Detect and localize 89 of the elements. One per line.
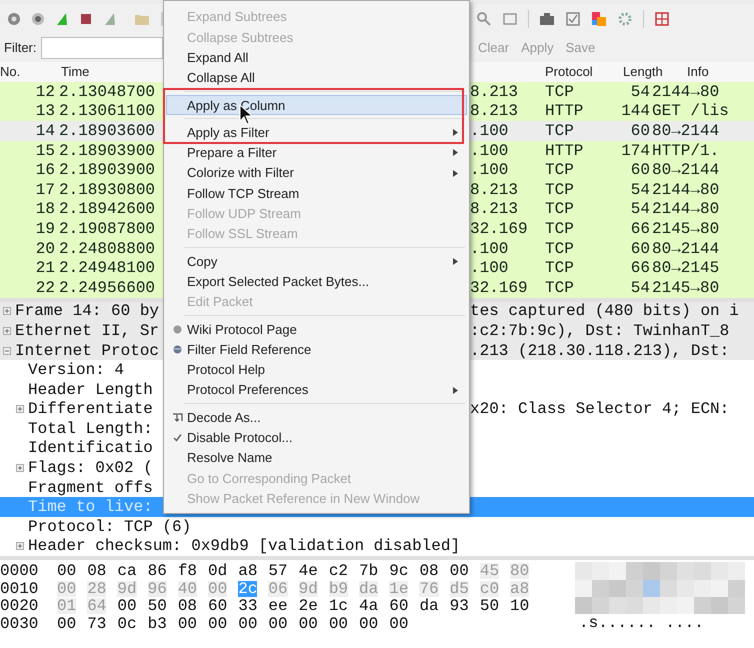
packet-protocol: HTTP <box>545 103 584 120</box>
packet-time: 2.18942600 <box>58 201 156 218</box>
packet-time: 2.24948100 <box>58 260 156 276</box>
packet-number: 22 <box>34 280 55 296</box>
detail-text: Ethernet II, Sr <box>14 322 160 339</box>
packet-info: 2144→80 <box>651 201 720 218</box>
packet-destination: 8.213 <box>470 84 520 100</box>
detail-text: Protocol: TCP (6) <box>27 518 192 535</box>
packet-length: 54 <box>630 280 650 296</box>
packet-time: 2.18930800 <box>58 182 156 198</box>
packet-time: 2.18903900 <box>58 162 156 178</box>
packet-number: 12 <box>34 84 55 100</box>
packet-destination: .100 <box>470 260 510 276</box>
packet-destination: .100 <box>470 162 510 178</box>
packet-info: 2144→80 <box>651 84 720 100</box>
packet-number: 14 <box>34 122 55 139</box>
byte-offset: 0030 <box>0 616 40 632</box>
packet-destination: 32.169 <box>470 280 529 296</box>
detail-text: Header checksum: 0x9db9 [validation disabled] <box>27 538 460 554</box>
packet-info: 80→2144 <box>651 162 720 178</box>
packet-info: 80→2145 <box>651 260 720 276</box>
packet-info: 2145→80 <box>651 220 720 237</box>
byte-offset: 0010 <box>0 580 40 596</box>
packet-protocol: TCP <box>545 84 575 100</box>
packet-destination: 8.213 <box>470 201 520 218</box>
packet-time: 2.24956600 <box>58 280 156 296</box>
packet-info: 80→2144 <box>651 122 720 139</box>
packet-length: 60 <box>630 162 650 178</box>
ascii-text: .s...... .... <box>578 614 705 632</box>
packet-info: 2144→80 <box>651 182 720 198</box>
packet-number: 15 <box>34 142 55 159</box>
packet-time: 2.24808800 <box>58 240 156 257</box>
packet-time: 2.13061100 <box>58 103 156 120</box>
packet-destination: .100 <box>470 142 510 159</box>
packet-number: 16 <box>34 162 55 178</box>
detail-text: Fragment offs <box>27 480 153 496</box>
packet-length: 60 <box>630 122 650 139</box>
byte-offset: 0000 <box>0 563 40 579</box>
packet-protocol: TCP <box>545 220 575 237</box>
packet-info: 2145→80 <box>651 280 720 296</box>
packet-destination: 8.213 <box>470 103 520 120</box>
detail-text: Identificatio <box>27 440 153 456</box>
detail-text: Frame 14: 60 by <box>14 303 160 320</box>
packet-number: 20 <box>34 240 55 257</box>
packet-number: 19 <box>34 220 55 237</box>
packet-time: 2.18903900 <box>58 142 156 159</box>
packet-length: 54 <box>630 201 650 218</box>
detail-text: Total Length: <box>27 420 153 437</box>
packet-length: 66 <box>630 220 650 237</box>
packet-protocol: TCP <box>545 122 575 139</box>
packet-time: 2.13048700 <box>58 84 156 100</box>
packet-protocol: TCP <box>545 162 575 178</box>
packet-protocol: TCP <box>545 201 575 218</box>
detail-text: Internet Protoc <box>14 342 160 359</box>
detail-text: Differentiate <box>27 401 153 418</box>
detail-text: x20: Class Selector 4; ECN: <box>470 401 730 418</box>
detail-text: Flags: 0x02 ( <box>27 460 153 476</box>
packet-number: 17 <box>34 182 55 198</box>
packet-protocol: TCP <box>545 280 575 296</box>
packet-protocol: TCP <box>545 182 575 198</box>
byte-offset: 0020 <box>0 598 40 614</box>
packet-length: 144 <box>620 103 650 120</box>
packet-number: 18 <box>34 201 55 218</box>
packet-length: 54 <box>630 84 650 100</box>
packet-destination: 32.169 <box>470 220 529 237</box>
packet-destination: 8.213 <box>470 182 520 198</box>
detail-text: tes captured (480 bits) on i <box>470 303 739 320</box>
packet-info: HTTP/1. <box>651 142 720 159</box>
packet-time: 2.18903600 <box>58 122 156 139</box>
detail-text: :c2:7b:9c), Dst: TwinhanT_8 <box>470 322 730 339</box>
packet-number: 13 <box>34 103 55 120</box>
packet-protocol: TCP <box>545 240 575 257</box>
filter-label: Filter: <box>4 39 36 58</box>
detail-text: Header Length <box>27 382 153 398</box>
packet-info: 80→2144 <box>651 240 720 257</box>
packet-length: 66 <box>630 260 650 276</box>
packet-protocol: TCP <box>545 260 575 276</box>
packet-protocol: HTTP <box>545 142 584 159</box>
packet-number: 21 <box>34 260 55 276</box>
detail-text: Version: 4 <box>27 362 124 378</box>
packet-length: 60 <box>630 240 650 257</box>
detail-text: Time to live: <box>27 499 153 516</box>
packet-length: 54 <box>630 182 650 198</box>
packet-destination: .100 <box>470 240 510 257</box>
packet-time: 2.19087800 <box>58 220 156 237</box>
packet-length: 174 <box>620 142 650 159</box>
packet-destination: .100 <box>470 122 510 139</box>
packet-info: GET /lis <box>651 103 729 120</box>
detail-text: .213 (218.30.118.213), Dst: <box>470 342 730 359</box>
